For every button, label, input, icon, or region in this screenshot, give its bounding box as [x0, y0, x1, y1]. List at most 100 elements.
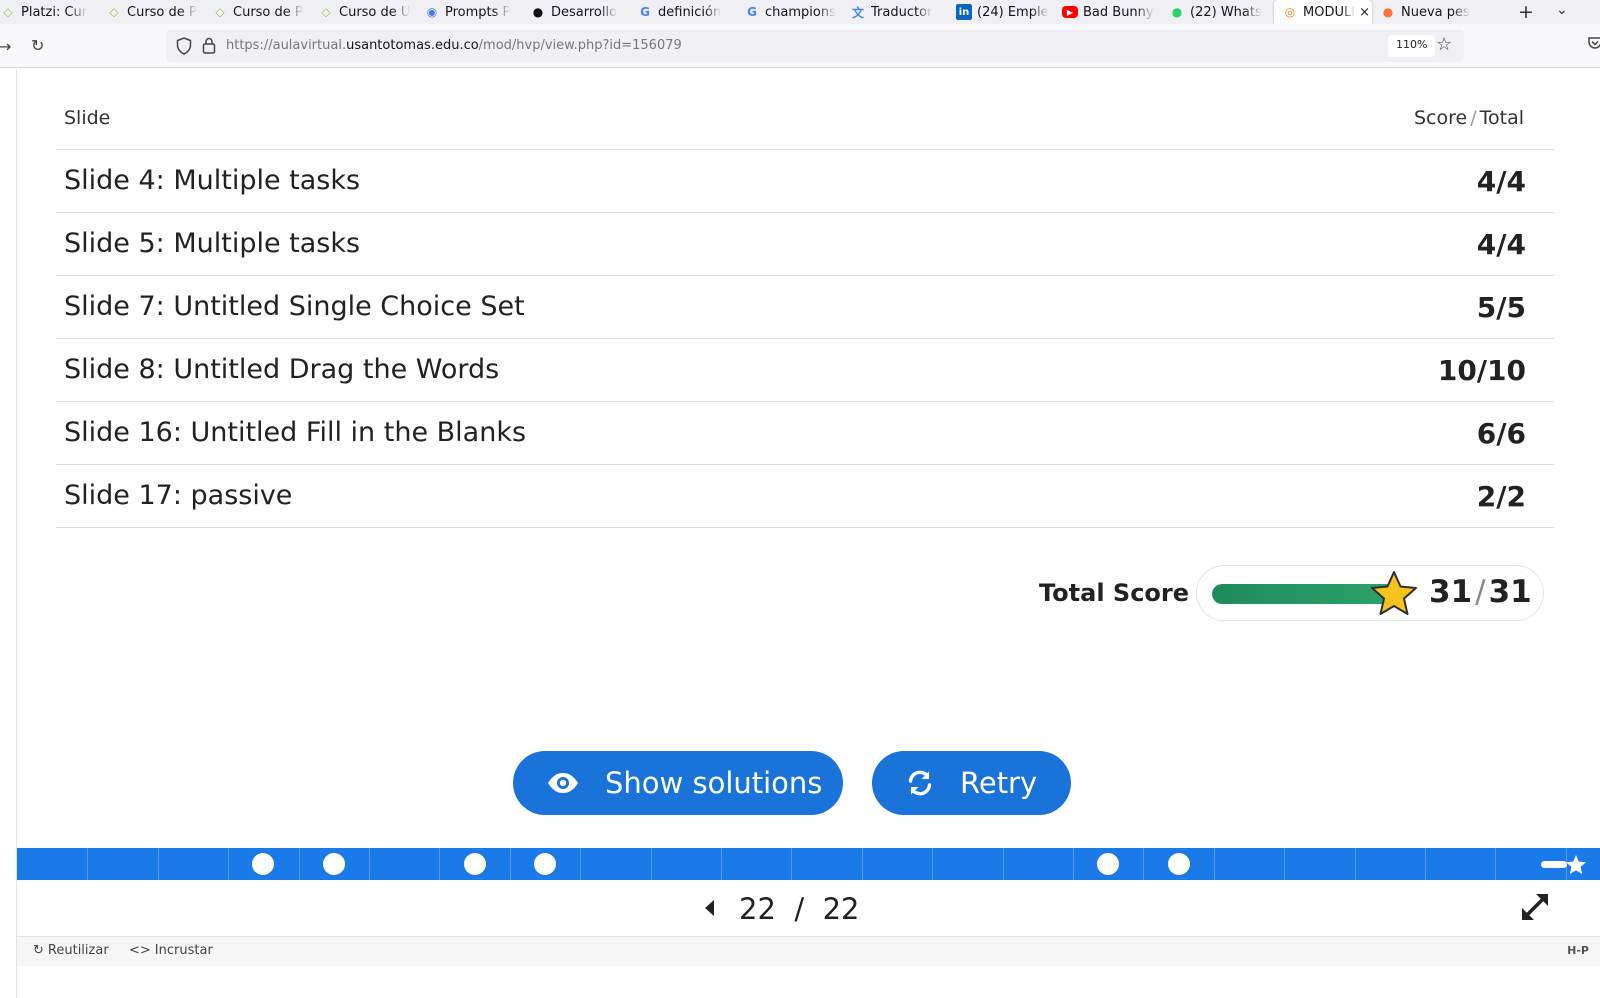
answered-slide-marker[interactable]: [1168, 853, 1190, 875]
linkedin-icon: in: [956, 4, 972, 20]
url-bar[interactable]: https://aulavirtual.usantotomas.edu.co/m…: [166, 30, 1464, 62]
slide-progress-bar[interactable]: [17, 848, 1600, 880]
tab-title: Traductor: [871, 4, 933, 20]
answered-slide-marker[interactable]: [1097, 853, 1119, 875]
answered-slide-marker[interactable]: [464, 853, 486, 875]
progress-segment-divider: [932, 848, 933, 880]
total-score-earned: 31: [1429, 574, 1473, 610]
browser-tab[interactable]: ● Nueva pes: [1380, 0, 1474, 24]
platzi-icon: ◇: [321, 5, 331, 19]
h5p-content: Slide Score / Total Slide 4: Multiple task…: [16, 69, 1600, 998]
star-icon: [1371, 571, 1417, 615]
retry-label: Retry: [960, 766, 1038, 800]
h5p-logo[interactable]: H-P: [1567, 944, 1589, 957]
summary-row-score: 10/10: [1437, 354, 1526, 387]
show-solutions-button[interactable]: Show solutions: [513, 751, 843, 815]
google-icon: G: [747, 5, 757, 19]
fullscreen-icon[interactable]: [1518, 890, 1552, 924]
tab-title: Curso de P: [127, 4, 197, 20]
tab-title: Curso de U: [339, 4, 410, 20]
progress-segment-divider: [228, 848, 229, 880]
browser-tab[interactable]: Gchampions: [744, 0, 838, 24]
previous-slide-icon[interactable]: [703, 899, 715, 917]
total-score-separator: /: [1475, 574, 1486, 610]
summary-row-title: Slide 17: passive: [64, 480, 293, 511]
shield-icon[interactable]: [176, 37, 192, 55]
browser-tab[interactable]: ◇ Curso de U: [318, 0, 410, 24]
browser-tab[interactable]: ● Desarrollo: [530, 0, 624, 24]
progress-segment-divider: [651, 848, 652, 880]
browser-tab[interactable]: Gdefinición: [637, 0, 731, 24]
pocket-icon[interactable]: [1588, 36, 1600, 50]
browser-tab[interactable]: ▶ Bad Bunny: [1062, 0, 1156, 24]
new-tab-button[interactable]: +: [1518, 1, 1534, 23]
browser-tab[interactable]: in (24) Emple: [956, 0, 1050, 24]
platzi-icon: ◇: [3, 5, 13, 19]
h5p-action-bar: ↻ Reutilizar <> Incrustar H-P: [17, 936, 1600, 966]
reload-icon[interactable]: ↻: [31, 36, 44, 55]
tab-title: Desarrollo: [551, 4, 618, 20]
close-tab-icon[interactable]: ×: [1359, 5, 1370, 20]
header-separator: /: [1470, 107, 1477, 129]
browser-tab[interactable]: 文 Traductor: [850, 0, 944, 24]
progress-segment-divider: [1284, 848, 1285, 880]
progress-segment-divider: [1073, 848, 1074, 880]
progress-segment-divider: [1566, 848, 1567, 880]
progress-segment-divider: [439, 848, 440, 880]
browser-tab[interactable]: ● (22) Whats: [1169, 0, 1263, 24]
forward-icon[interactable]: →: [0, 37, 11, 56]
summary-table: Slide Score / Total Slide 4: Multiple task…: [56, 80, 1554, 528]
total-score-box: 31/31: [1196, 565, 1544, 621]
summary-row-title: Slide 7: Untitled Single Choice Set: [64, 291, 525, 322]
url-path: /mod/hvp/view.php?id=156079: [478, 38, 682, 53]
url-host: usantotomas.edu.co: [346, 38, 479, 53]
summary-row-score: 4/4: [1476, 165, 1526, 198]
reuse-button[interactable]: ↻ Reutilizar: [33, 943, 109, 958]
summary-row-score: 2/2: [1476, 480, 1526, 513]
show-solutions-label: Show solutions: [605, 766, 823, 800]
answered-slide-marker[interactable]: [252, 853, 274, 875]
list-tabs-icon[interactable]: ⌄: [1556, 2, 1568, 18]
tab-title: Curso de P: [233, 4, 303, 20]
browser-tab[interactable]: ◉ Prompts P: [424, 0, 516, 24]
browser-tab[interactable]: ◎ MODULI ×: [1274, 0, 1372, 24]
summary-rows: Slide 4: Multiple tasks 4/4 Slide 5: Multi…: [56, 150, 1554, 528]
answered-slide-marker[interactable]: [323, 853, 345, 875]
browser-tab[interactable]: ◇ Curso de P: [106, 0, 198, 24]
total-score-value: 31/31: [1429, 574, 1532, 610]
bookmark-star-icon[interactable]: ☆: [1436, 34, 1452, 55]
openai-icon: ●: [532, 5, 544, 19]
zoom-level-badge[interactable]: 110%: [1388, 35, 1436, 57]
platzi-icon: ◇: [215, 5, 225, 19]
summary-row: Slide 4: Multiple tasks 4/4: [56, 150, 1554, 213]
youtube-icon: ▶: [1062, 6, 1078, 18]
url-prefix: https://aulavirtual.: [226, 38, 347, 53]
embed-icon: <>: [129, 943, 151, 958]
browser-tab[interactable]: ◇ Platzi: Cur: [0, 0, 92, 24]
embed-button[interactable]: <> Incrustar: [129, 943, 213, 958]
lock-icon[interactable]: [202, 37, 216, 54]
progress-segment-divider: [1355, 848, 1356, 880]
answered-slide-marker[interactable]: [534, 853, 556, 875]
tab-title: (22) Whats: [1190, 4, 1262, 20]
progress-segment-divider: [1425, 848, 1426, 880]
summary-row-score: 5/5: [1476, 291, 1526, 324]
header-slide-label: Slide: [64, 107, 111, 129]
progress-segment-divider: [1495, 848, 1496, 880]
summary-row-title: Slide 4: Multiple tasks: [64, 165, 361, 196]
retry-button[interactable]: Retry: [872, 751, 1071, 815]
browser-tab[interactable]: ◇ Curso de P: [212, 0, 304, 24]
summary-row-title: Slide 5: Multiple tasks: [64, 228, 361, 259]
summary-header: Slide Score / Total: [56, 80, 1554, 150]
current-slide-number: 22: [739, 892, 776, 926]
translate-icon: 文: [851, 5, 864, 20]
summary-star-icon: [1566, 855, 1586, 874]
firefox-icon: ●: [1382, 5, 1394, 19]
progress-segment-divider: [721, 848, 722, 880]
url-text[interactable]: https://aulavirtual.usantotomas.edu.co/m…: [226, 38, 682, 53]
tab-title: definición: [658, 4, 722, 20]
progress-segment-divider: [1143, 848, 1144, 880]
summary-slide-marker[interactable]: [1541, 854, 1587, 875]
slide-navigation: 22 / 22: [17, 880, 1600, 936]
summary-row: Slide 16: Untitled Fill in the Blanks 6/6: [56, 402, 1554, 465]
